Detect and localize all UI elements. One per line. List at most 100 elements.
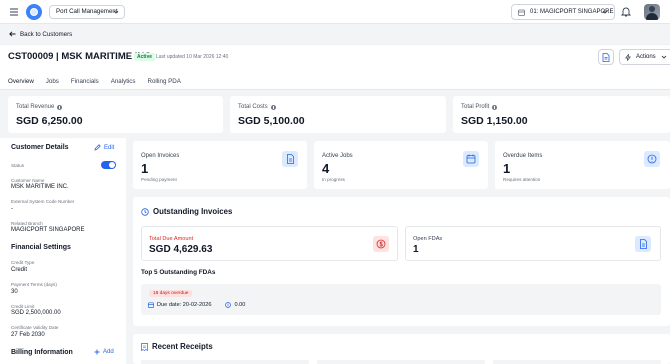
stat-value: 1	[141, 161, 149, 176]
app-logo[interactable]	[26, 4, 42, 20]
recent-receipts-label: Recent Receipts	[152, 342, 213, 351]
customer-details-heading: Customer Details	[11, 144, 69, 151]
credit-type-label: Credit Type	[11, 260, 35, 265]
stat-sub: Requires attention	[503, 177, 541, 182]
kpi-value: SGD 1,150.00	[461, 115, 528, 127]
calendar-icon	[463, 151, 479, 167]
open-fdas-value: 1	[413, 244, 419, 255]
tab-overview[interactable]: Overview	[8, 76, 34, 91]
kpi-total-revenue: Total Revenue SGD 6,250.00	[8, 96, 223, 133]
kpi-label: Total Profit	[461, 104, 490, 110]
last-updated: Last updated 10 Mar 2026 12:40	[156, 54, 229, 60]
tab-jobs[interactable]: Jobs	[46, 76, 59, 91]
info-icon	[270, 104, 276, 110]
external-code-label: External System Code Number	[11, 199, 75, 204]
chevron-down-icon	[661, 54, 667, 60]
clock-icon	[141, 207, 149, 216]
kpi-total-costs: Total Costs SGD 5,100.00	[230, 96, 446, 133]
total-due-card: Total Due Amount SGD 4,629.63	[141, 226, 398, 261]
tab-financials[interactable]: Financials	[71, 76, 99, 91]
branch-select-label: 01: MAGICPORT SINGAPORE	[530, 9, 614, 15]
related-branch-value: MAGICPORT SINGAPORE	[11, 227, 85, 233]
menu-icon[interactable]	[9, 7, 19, 17]
overdue-badge: 18 days overdue	[149, 290, 193, 297]
calendar-icon	[518, 9, 525, 16]
chevron-down-icon	[113, 9, 119, 15]
kpi-label: Total Revenue	[16, 104, 55, 110]
document-icon	[282, 151, 298, 167]
chevron-down-icon	[602, 9, 608, 15]
payment-terms-value: 30	[11, 289, 18, 295]
fda-amount: 0.00	[234, 302, 246, 308]
billing-information-heading: Billing Information	[11, 349, 73, 356]
kpi-value: SGD 5,100.00	[238, 115, 305, 127]
fda-due-date: Due date: 20-02-2026	[157, 302, 212, 308]
external-code-value: -	[11, 206, 13, 212]
customer-header: CST00009 | MSK MARITIME INC. Active Last…	[0, 44, 670, 91]
tab-rolling-pda[interactable]: Rolling PDA	[148, 76, 181, 91]
tab-analytics[interactable]: Analytics	[111, 76, 136, 91]
status-toggle[interactable]	[101, 161, 116, 169]
back-label: Back to Customers	[20, 30, 73, 38]
customer-details-panel: Customer Details Edit Status Customer Na…	[0, 138, 126, 364]
credit-type-value: Credit	[11, 267, 28, 273]
kpi-label: Total Costs	[238, 104, 268, 110]
info-icon	[492, 104, 498, 110]
stat-label: Open Invoices	[141, 153, 180, 159]
stat-overdue-items[interactable]: Overdue Items 1 Requires attention	[495, 141, 670, 189]
stat-open-invoices[interactable]: Open Invoices 1 Pending payment	[133, 141, 307, 189]
recent-receipts-heading: Recent Receipts	[141, 342, 213, 351]
info-icon	[57, 104, 63, 110]
document-icon	[635, 236, 651, 252]
outstanding-heading-label: Outstanding Invoices	[153, 207, 233, 216]
stat-value: 4	[322, 161, 330, 176]
lightning-icon	[625, 54, 631, 61]
branch-select[interactable]: 01: MAGICPORT SINGAPORE	[511, 4, 615, 20]
arrow-left-icon	[9, 31, 16, 37]
credit-limit-value: SGD 2,500,000.00	[11, 310, 61, 316]
open-fdas-label: Open FDAs	[413, 236, 443, 242]
document-button[interactable]	[598, 49, 614, 65]
fda-list-item[interactable]: 18 days overdue Due date: 20-02-2026 0.0…	[141, 284, 661, 315]
customer-name-label: Customer Name	[11, 178, 45, 183]
top-bar: Port Call Management 01: MAGICPORT SINGA…	[0, 0, 670, 24]
kpi-total-profit: Total Profit SGD 1,150.00	[453, 96, 670, 133]
add-billing-button[interactable]: Add	[94, 349, 114, 355]
fda-meta: Due date: 20-02-2026 0.00	[148, 302, 245, 308]
plus-icon	[94, 349, 100, 355]
receipt-placeholder	[141, 360, 309, 364]
receipt-placeholder	[317, 360, 485, 364]
customer-name-value: MSK MARITIME INC.	[11, 184, 69, 190]
edit-button[interactable]: Edit	[94, 144, 114, 151]
stat-sub: Pending payment	[141, 177, 177, 182]
actions-button[interactable]: Actions	[619, 49, 670, 65]
back-to-customers-link[interactable]: Back to Customers	[9, 29, 72, 39]
tab-bar: Overview Jobs Financials Analytics Rolli…	[8, 76, 193, 91]
stat-label: Overdue Items	[503, 153, 543, 159]
receipt-placeholder	[493, 360, 661, 364]
stat-sub: In progress	[322, 177, 345, 182]
status-badge: Active	[134, 53, 156, 61]
payment-terms-label: Payment Terms (days)	[11, 282, 57, 287]
alert-icon	[644, 151, 660, 167]
stat-value: 1	[503, 161, 511, 176]
dollar-icon	[225, 302, 232, 308]
pencil-icon	[94, 144, 101, 151]
top-fdas-heading: Top 5 Outstanding FDAs	[141, 269, 216, 276]
calendar-icon	[148, 302, 154, 308]
financial-settings-heading: Financial Settings	[11, 244, 71, 251]
related-branch-label: Related Branch	[11, 221, 43, 226]
module-select-label: Port Call Management	[56, 8, 118, 15]
bell-icon[interactable]	[621, 6, 631, 17]
module-select[interactable]: Port Call Management	[49, 5, 125, 19]
receipt-icon	[141, 342, 148, 351]
total-due-value: SGD 4,629.63	[149, 244, 213, 255]
status-label: Status	[11, 163, 25, 168]
stat-label: Active Jobs	[322, 153, 353, 159]
avatar[interactable]	[644, 4, 660, 20]
stat-active-jobs[interactable]: Active Jobs 4 In progress	[314, 141, 488, 189]
page-title: CST00009 | MSK MARITIME INC.	[8, 51, 154, 62]
outstanding-invoices-heading: Outstanding Invoices	[141, 207, 232, 216]
add-label: Add	[103, 349, 114, 355]
dollar-icon	[373, 236, 389, 252]
